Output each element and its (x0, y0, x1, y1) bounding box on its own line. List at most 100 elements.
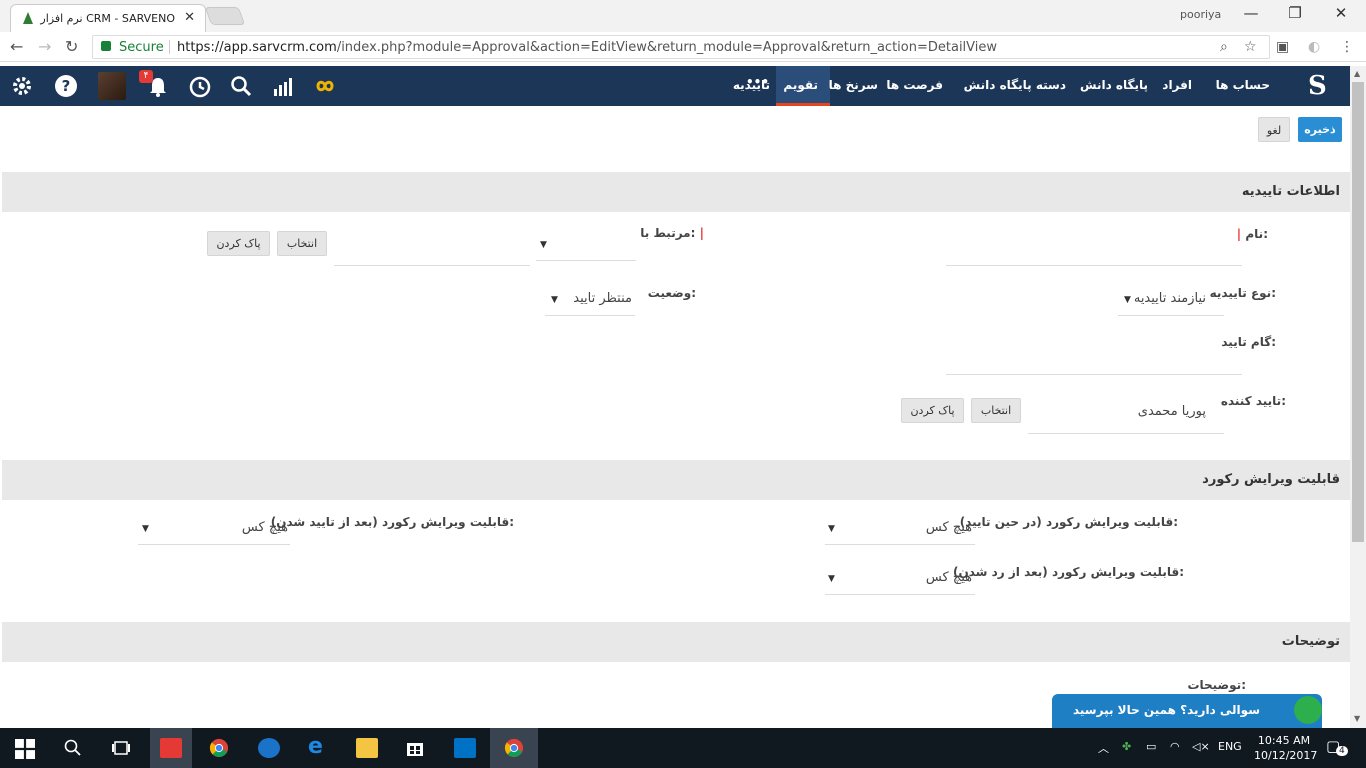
name-input[interactable] (946, 265, 1242, 266)
search-icon[interactable] (62, 738, 84, 758)
status-value: منتظر تایید (573, 291, 632, 306)
search-icon[interactable] (230, 75, 252, 97)
section-header-approval-info: اطلاعات تاییدیه (2, 172, 1350, 212)
wifi-icon[interactable]: ◠ (1170, 740, 1180, 753)
name-label-text: نام: (1245, 227, 1268, 241)
address-toolbar: ← → ↻ Secure https://app.sarvcrm.com/ind… (0, 32, 1366, 62)
section-header-record-edit: قابلیت ویرایش رکورد (2, 460, 1350, 500)
nav-opportunities[interactable]: فرصت ها (886, 78, 943, 92)
battery-icon[interactable]: ▭ (1146, 740, 1156, 753)
after-approve-label: قابلیت ویرایش رکورد (بعد از تایید شدن): (270, 515, 514, 529)
scroll-up-icon[interactable]: ▲ (1354, 69, 1360, 78)
name-label: | نام: (1237, 227, 1268, 241)
clock[interactable]: 10:45 AM 10/12/2017 (1254, 733, 1318, 763)
volume-icon[interactable]: ◁× (1192, 740, 1210, 753)
windows-start-icon[interactable] (14, 739, 36, 759)
caret-down-icon: ▼ (142, 524, 149, 534)
step-input[interactable] (946, 374, 1242, 375)
chart-icon[interactable] (272, 75, 294, 97)
nav-kb-category[interactable]: دسته پایگاه دانش (964, 78, 1066, 92)
browser-tab[interactable]: نرم افزار CRM - SARVENO ✕ (10, 4, 206, 32)
back-icon[interactable]: ← (10, 37, 23, 56)
svg-text:?: ? (62, 77, 71, 95)
tray-app-icon[interactable]: ✤ (1122, 740, 1131, 753)
caret-down-icon: ▼ (828, 524, 835, 534)
extension-icon[interactable]: ▣ (1276, 39, 1289, 55)
approver-input[interactable] (1028, 433, 1224, 434)
store-icon[interactable] (404, 738, 426, 758)
browser-titlebar: نرم افزار CRM - SARVENO ✕ pooriya — ❐ ✕ (0, 0, 1366, 32)
zoom-icon[interactable]: ⌕ (1220, 39, 1228, 55)
cancel-button[interactable]: لغو (1258, 117, 1290, 142)
approver-value: پوریا محمدی (1137, 404, 1206, 419)
nav-more-icon[interactable]: ••• (746, 75, 769, 89)
approver-clear-button[interactable]: پاک کردن (901, 398, 964, 423)
url-text: https://app.sarvcrm.com/index.php?module… (177, 40, 997, 55)
edge-icon[interactable]: e (308, 734, 323, 759)
windows-taskbar: e ︿ ✤ ▭ ◠ ◁× ENG 10:45 AM 10/12/2017 ▢ 4 (0, 728, 1366, 768)
profile-name[interactable]: pooriya (1180, 8, 1221, 21)
chrome-icon[interactable] (208, 738, 230, 758)
brand-logo[interactable]: S (1308, 71, 1327, 101)
during-approval-value: هیچ کس (925, 520, 972, 535)
during-approval-label: قابلیت ویرایش رکورد (در حین تایید): (959, 515, 1178, 529)
caret-down-icon: ▼ (828, 574, 835, 584)
forward-icon[interactable]: → (38, 37, 51, 56)
menu-icon[interactable]: ⋮ (1340, 39, 1354, 55)
reload-icon[interactable]: ↻ (65, 37, 78, 56)
url-bar[interactable]: Secure https://app.sarvcrm.com/index.php… (92, 35, 1270, 59)
app-navbar: S حساب ها افراد پایگاه دانش دسته پایگاه … (0, 66, 1350, 106)
infinity-icon[interactable] (312, 78, 338, 94)
approver-label: تایید کننده: (1220, 394, 1286, 408)
restore-icon[interactable]: ❐ (1280, 4, 1310, 22)
window-close-icon[interactable]: ✕ (1326, 4, 1356, 22)
divider (169, 40, 170, 54)
page-scrollbar[interactable]: ▲ ▼ (1350, 66, 1366, 728)
after-reject-select[interactable] (825, 594, 975, 595)
nav-accounts[interactable]: حساب ها (1216, 78, 1270, 92)
type-select[interactable] (1118, 315, 1224, 316)
extension2-icon[interactable]: ◐ (1308, 39, 1320, 55)
after-approve-select[interactable] (138, 544, 290, 545)
tray-expand-icon[interactable]: ︿ (1098, 740, 1109, 756)
nav-calendar[interactable]: تقویم (783, 78, 818, 92)
nav-contacts[interactable]: افراد (1162, 78, 1192, 92)
clock-date: 10/12/2017 (1254, 749, 1318, 762)
bookmark-star-icon[interactable]: ☆ (1244, 39, 1257, 55)
nav-leads[interactable]: سرنخ ها (829, 78, 878, 92)
caret-down-icon: ▼ (1124, 295, 1131, 305)
related-type-select[interactable] (536, 260, 636, 261)
approver-select-button[interactable]: انتخاب (971, 398, 1021, 423)
app-icon[interactable] (160, 738, 182, 758)
status-select[interactable] (545, 315, 635, 316)
minimize-icon[interactable]: — (1236, 4, 1266, 22)
tab-title: نرم افزار CRM - SARVENO (40, 12, 175, 25)
during-approval-select[interactable] (825, 544, 975, 545)
related-record-input[interactable] (334, 265, 530, 266)
scroll-down-icon[interactable]: ▼ (1354, 714, 1360, 723)
status-label: وضعیت: (647, 286, 696, 300)
scroll-thumb[interactable] (1352, 82, 1364, 542)
action-center-badge: 4 (1336, 746, 1348, 756)
clock-time: 10:45 AM (1257, 734, 1311, 747)
task-view-icon[interactable] (110, 738, 132, 758)
avatar[interactable] (98, 72, 126, 100)
teamviewer-icon[interactable] (258, 738, 280, 758)
section-title: اطلاعات تاییدیه (1241, 184, 1340, 199)
gear-icon[interactable] (10, 74, 34, 98)
language-indicator[interactable]: ENG (1218, 740, 1242, 753)
new-tab-button[interactable] (204, 7, 246, 25)
save-button[interactable]: ذخیره (1298, 117, 1342, 142)
chat-widget[interactable]: سوالی دارید؟ همین حالا بپرسید (1052, 694, 1322, 728)
related-select-button[interactable]: انتخاب (277, 231, 327, 256)
tab-close-icon[interactable]: ✕ (184, 10, 195, 25)
outlook-icon[interactable] (454, 738, 476, 758)
related-clear-button[interactable]: پاک کردن (207, 231, 270, 256)
nav-knowledge-base[interactable]: پایگاه دانش (1080, 78, 1148, 92)
history-icon[interactable] (188, 75, 212, 99)
chat-text: سوالی دارید؟ همین حالا بپرسید (1072, 703, 1260, 717)
help-icon[interactable]: ? (54, 74, 78, 98)
chrome-icon[interactable] (503, 738, 525, 758)
file-explorer-icon[interactable] (356, 738, 378, 758)
main-content: ذخیره لغو اطلاعات تاییدیه | نام: مرتبط ب… (0, 106, 1350, 728)
